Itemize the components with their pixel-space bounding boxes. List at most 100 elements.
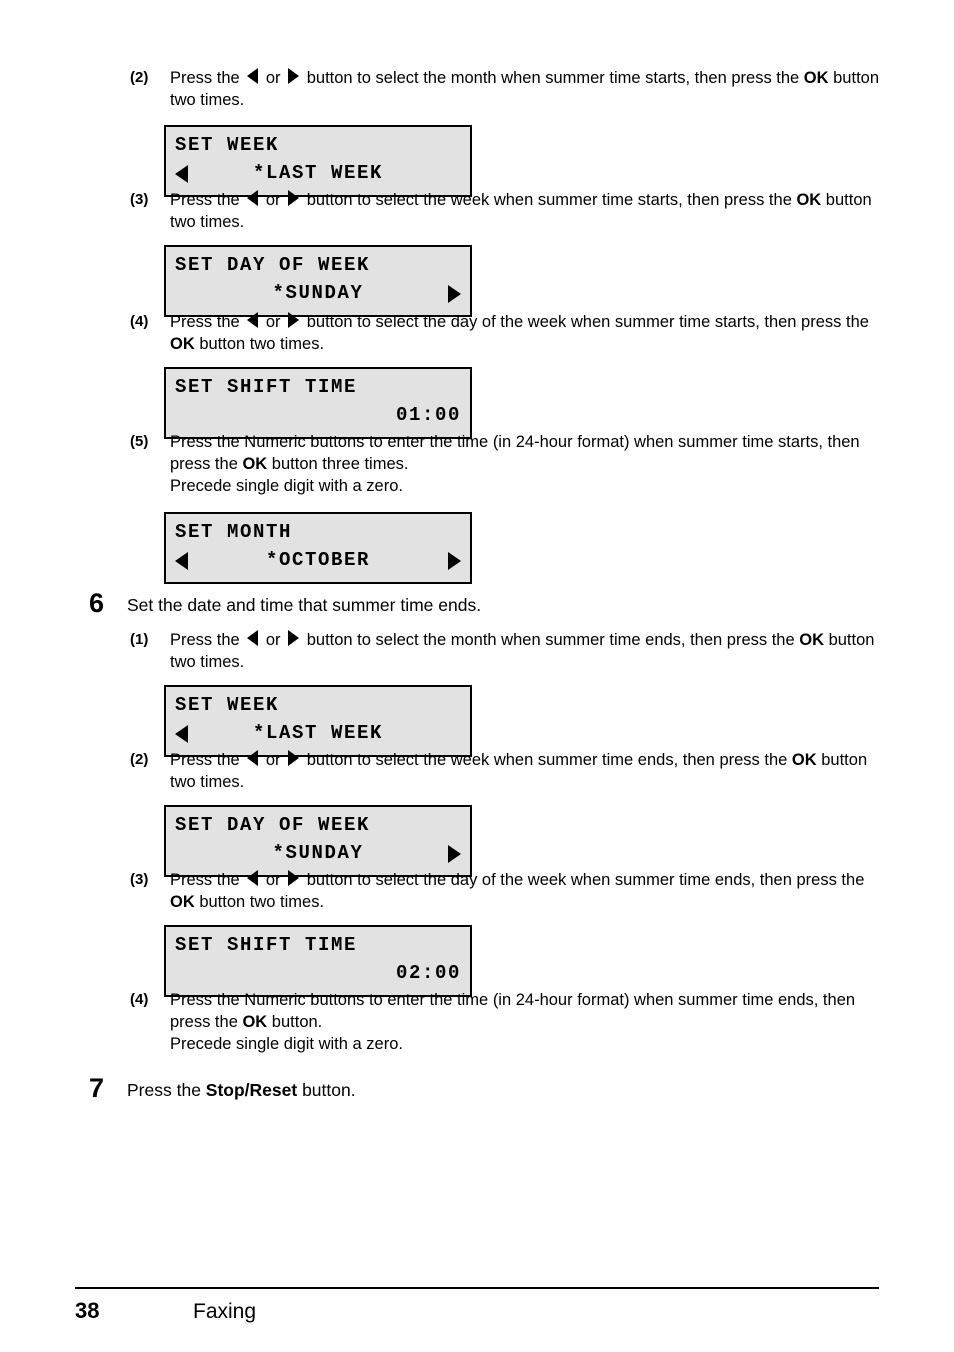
- substep: (3) Press the or button to select the wee…: [130, 190, 882, 234]
- substep-text: Press the or button to select the month …: [170, 68, 882, 112]
- body-text: Press the: [170, 631, 245, 649]
- page-footer: 38 Faxing: [75, 1287, 879, 1324]
- substep-text: Press the or button to select the day of…: [170, 312, 882, 356]
- triangle-right-icon: [288, 750, 300, 766]
- lcd-set-day-of-week-end: SET DAY OF WEEK *SUNDAY: [164, 805, 472, 877]
- lcd-set-shift-time-end: SET SHIFT TIME 02:00: [164, 925, 472, 997]
- body-text: button to select the month when summer t…: [302, 69, 804, 87]
- substep: (3) Press the or button to select the day…: [130, 870, 882, 914]
- body-text: or: [261, 69, 286, 87]
- body-text: button three times.: [267, 454, 409, 473]
- lcd-line-2: *SUNDAY: [175, 840, 461, 868]
- lcd-triangle-left-icon: [175, 725, 188, 743]
- substep-number: (2): [130, 751, 149, 768]
- substep: (5) Press the Numeric buttons to enter th…: [130, 432, 882, 498]
- lcd-triangle-left-icon: [175, 552, 188, 570]
- body-text: Press the: [127, 1080, 206, 1100]
- lcd-triangle-right-icon: [448, 552, 461, 570]
- emphasis-text: OK: [170, 892, 195, 911]
- substep-number: (3): [130, 871, 149, 888]
- body-text: Press the: [170, 191, 245, 209]
- lcd-line-2-value: *LAST WEEK: [252, 162, 384, 185]
- emphasis-text: OK: [803, 69, 829, 87]
- body-text: Precede single digit with a zero.: [170, 1034, 403, 1053]
- chapter-name: Faxing: [193, 1300, 257, 1323]
- lcd-set-shift-time-start: SET SHIFT TIME 01:00: [164, 367, 472, 439]
- body-text: button to select the month when summer t…: [302, 631, 800, 649]
- lcd-line-2: 01:00: [175, 402, 461, 430]
- body-text: or: [261, 871, 286, 889]
- substep-number: (3): [130, 191, 149, 208]
- substep-text: Press the or button to select the month …: [170, 630, 882, 674]
- lcd-set-week-start: SET WEEK *LAST WEEK: [164, 125, 472, 197]
- body-text: button two times.: [194, 334, 325, 353]
- body-text: Press the: [170, 751, 245, 769]
- lcd-line-1: SET MONTH: [175, 521, 293, 544]
- emphasis-text: OK: [170, 334, 195, 353]
- lcd-line-2-value: *SUNDAY: [272, 282, 364, 305]
- emphasis-text: OK: [791, 751, 817, 769]
- substep-text: Press the Numeric buttons to enter the t…: [170, 990, 882, 1056]
- emphasis-text: OK: [242, 454, 268, 473]
- lcd-line-2: *SUNDAY: [175, 280, 461, 308]
- lcd-line-2: *LAST WEEK: [175, 160, 461, 188]
- lcd-line-2: *OCTOBER: [175, 547, 461, 575]
- triangle-right-icon: [288, 630, 300, 646]
- substep: (4) Press the Numeric buttons to enter th…: [130, 990, 882, 1056]
- lcd-line-2-value: *LAST WEEK: [252, 722, 384, 745]
- body-text: Press the: [170, 871, 245, 889]
- substep: (2) Press the or button to select the mon…: [130, 68, 882, 112]
- emphasis-text: Stop/Reset: [205, 1080, 298, 1100]
- lcd-set-month-end: SET MONTH *OCTOBER: [164, 512, 472, 584]
- body-text: button to select the week when summer ti…: [302, 751, 792, 769]
- footer-row: 38 Faxing: [75, 1289, 879, 1324]
- lcd-line-1: SET WEEK: [175, 694, 280, 717]
- triangle-right-icon: [288, 312, 300, 328]
- emphasis-text: OK: [242, 1012, 268, 1031]
- triangle-left-icon: [247, 68, 259, 84]
- body-text: Press the: [170, 313, 245, 331]
- emphasis-text: OK: [799, 631, 824, 649]
- substep: (2) Press the or button to select the wee…: [130, 750, 882, 794]
- body-text: button.: [297, 1080, 356, 1100]
- lcd-triangle-left-icon: [175, 165, 188, 183]
- triangle-left-icon: [247, 870, 259, 886]
- substep-number: (1): [130, 631, 149, 648]
- substep-number: (4): [130, 991, 149, 1008]
- lcd-triangle-right-icon: [448, 845, 461, 863]
- lcd-line-2-value: 02:00: [395, 962, 461, 985]
- body-text: or: [261, 313, 286, 331]
- major-step-number: 7: [89, 1073, 105, 1103]
- substep-text: Press the or button to select the day of…: [170, 870, 882, 914]
- substep-number: (5): [130, 433, 149, 450]
- major-step-text: Set the date and time that summer time e…: [127, 595, 482, 615]
- body-text: button to select the week when summer ti…: [302, 191, 797, 209]
- lcd-line-2: *LAST WEEK: [175, 720, 461, 748]
- body-text: or: [261, 191, 286, 209]
- lcd-line-2-value: *OCTOBER: [265, 549, 370, 572]
- substep-number: (2): [130, 69, 149, 86]
- triangle-left-icon: [247, 190, 259, 206]
- lcd-line-1: SET DAY OF WEEK: [175, 814, 371, 837]
- lcd-set-day-of-week-start: SET DAY OF WEEK *SUNDAY: [164, 245, 472, 317]
- lcd-line-1: SET DAY OF WEEK: [175, 254, 371, 277]
- substep-text: Press the Numeric buttons to enter the t…: [170, 432, 882, 498]
- manual-page: (2) Press the or button to select the mon…: [0, 0, 954, 1352]
- lcd-line-2: 02:00: [175, 960, 461, 988]
- major-step: 6 Set the date and time that summer time …: [75, 590, 885, 617]
- body-text: button to select the day of the week whe…: [302, 313, 869, 331]
- body-text: Precede single digit with a zero.: [170, 476, 403, 495]
- lcd-line-1: SET SHIFT TIME: [175, 376, 358, 399]
- triangle-right-icon: [288, 190, 300, 206]
- lcd-triangle-right-icon: [448, 285, 461, 303]
- body-text: button to select the day of the week whe…: [302, 871, 865, 889]
- lcd-line-1: SET WEEK: [175, 134, 280, 157]
- triangle-left-icon: [247, 750, 259, 766]
- major-step: 7 Press the Stop/Reset button.: [75, 1075, 885, 1102]
- substep-text: Press the or button to select the week w…: [170, 190, 882, 234]
- body-text: or: [261, 631, 286, 649]
- body-text: button.: [267, 1012, 323, 1031]
- emphasis-text: OK: [796, 191, 822, 209]
- body-text: or: [261, 751, 286, 769]
- substep-text: Press the or button to select the week w…: [170, 750, 882, 794]
